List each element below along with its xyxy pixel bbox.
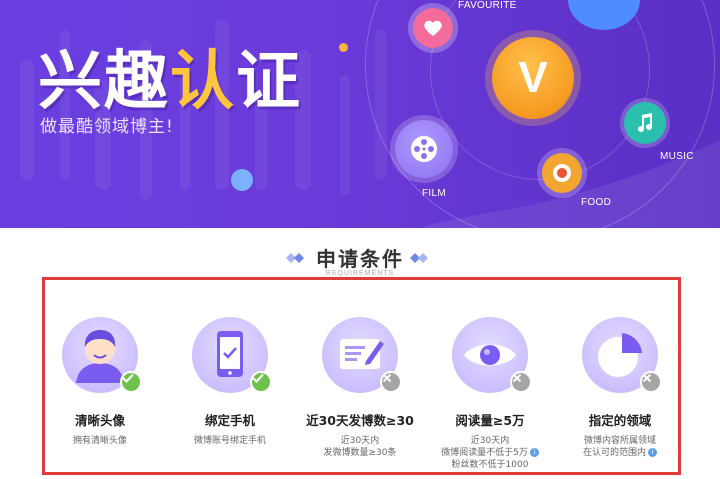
requirement-icon-circle xyxy=(322,317,402,393)
favourite-bubble xyxy=(408,3,458,53)
requirement-item: 阅读量≥5万 近30天内 微博阅读量不低于5万 i 粉丝数不低于1000 xyxy=(425,317,555,471)
v-logo-icon: V xyxy=(492,37,574,119)
requirement-item: 清晰头像 拥有清晰头像 xyxy=(35,317,165,447)
requirements-panel: 清晰头像 拥有清晰头像 绑定手机 微博账号绑定手机 近30天发博数≥30 近30… xyxy=(42,277,681,475)
requirement-name: 阅读量≥5万 xyxy=(455,413,525,428)
status-badge-unmet xyxy=(380,371,402,393)
status-badge-met xyxy=(250,371,272,393)
status-badge-unmet xyxy=(640,371,662,393)
close-icon xyxy=(512,373,522,383)
requirement-item: 绑定手机 微博账号绑定手机 xyxy=(165,317,295,447)
requirement-icon-circle xyxy=(192,317,272,393)
requirement-name: 绑定手机 xyxy=(204,413,255,428)
close-icon xyxy=(382,373,392,383)
requirement-icon-circle xyxy=(582,317,662,393)
section-title: 申请条件 xyxy=(316,247,404,271)
status-badge-met xyxy=(120,371,142,393)
film-bubble xyxy=(390,115,458,183)
section-subtitle: REQUIREMENTS xyxy=(325,270,395,277)
v-logo-bubble: V xyxy=(485,30,581,126)
requirement-name: 清晰头像 xyxy=(74,413,125,428)
music-note-icon xyxy=(624,102,666,144)
requirement-desc: 微博内容所属领域 在认可的范围内 i xyxy=(582,436,657,458)
checkmark-icon xyxy=(252,373,264,383)
requirement-desc: 近30天内 微博阅读量不低于5万 i 粉丝数不低于1000 xyxy=(425,435,555,471)
requirement-desc: 拥有清晰头像 xyxy=(72,436,127,446)
hero-banner: 兴趣认证 做最酷领域博主! FAVOURITE V MUSIC FILM FOO… xyxy=(0,0,720,228)
requirement-desc: 微博账号绑定手机 xyxy=(193,436,266,446)
info-icon[interactable]: i xyxy=(529,448,539,457)
film-reel-icon xyxy=(395,120,453,178)
category-label-food: FOOD xyxy=(581,197,612,208)
info-icon[interactable]: i xyxy=(648,448,657,457)
requirement-item: 近30天发博数≥30 近30天内 发微博数量≥30条 xyxy=(295,317,425,459)
banner-subtitle: 做最酷领域博主! xyxy=(40,117,174,137)
banner-title: 兴趣认证 xyxy=(38,45,302,119)
category-label-music: MUSIC xyxy=(660,151,694,162)
category-label-favourite: FAVOURITE xyxy=(458,0,517,11)
food-icon xyxy=(542,153,582,193)
status-badge-unmet xyxy=(510,371,532,393)
close-icon xyxy=(642,373,652,383)
diamond-decor-right xyxy=(410,253,428,263)
requirement-icon-circle xyxy=(62,317,142,393)
heart-icon xyxy=(413,8,453,48)
category-label-film: FILM xyxy=(422,188,446,199)
decor-dot xyxy=(231,169,253,191)
decor-dot xyxy=(339,43,348,52)
requirement-name: 指定的领域 xyxy=(588,413,652,428)
requirement-item: 指定的领域 微博内容所属领域 在认可的范围内 i xyxy=(555,317,685,459)
checkmark-icon xyxy=(122,373,134,383)
music-bubble xyxy=(620,98,670,148)
food-bubble xyxy=(537,148,587,198)
requirement-name: 近30天发博数≥30 xyxy=(306,413,414,428)
requirement-desc: 近30天内 发微博数量≥30条 xyxy=(323,436,397,458)
requirement-icon-circle xyxy=(452,317,532,393)
